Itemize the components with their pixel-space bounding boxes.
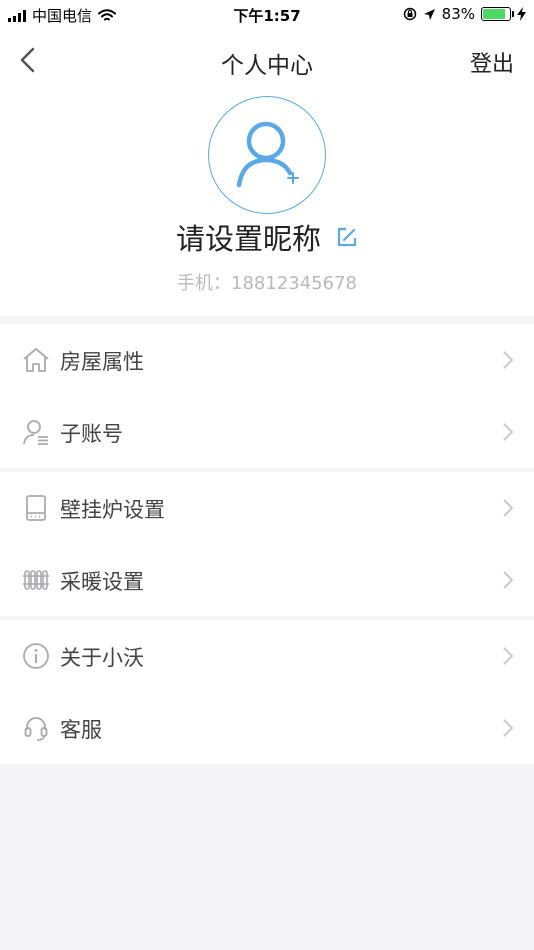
- logout-button[interactable]: 登出: [470, 46, 514, 78]
- charging-icon: [517, 7, 526, 21]
- menu-item-label: 子账号: [60, 422, 123, 446]
- menu-group-heating: 壁挂炉设置 采暖设置: [0, 472, 534, 616]
- menu-item-heating-settings[interactable]: 采暖设置: [0, 544, 534, 616]
- menu-item-sub-account[interactable]: 子账号: [0, 396, 534, 468]
- nickname: 请设置昵称: [175, 222, 321, 256]
- status-bar: 中国电信 下午1:57 83%: [0, 0, 534, 28]
- boiler-icon: [26, 495, 46, 521]
- sub-account-icon: [23, 420, 48, 445]
- chevron-right-icon: [503, 647, 514, 665]
- info-icon: [23, 643, 49, 669]
- chevron-right-icon: [503, 499, 514, 517]
- menu-group-about: 关于小沃 客服: [0, 620, 534, 764]
- page-title: 个人中心: [221, 53, 313, 79]
- battery-percent: 83%: [441, 5, 475, 23]
- menu-item-label: 客服: [60, 718, 102, 742]
- nav-bar: 个人中心 登出: [0, 28, 534, 92]
- menu-item-customer-service[interactable]: 客服: [0, 692, 534, 764]
- profile-header: 请设置昵称 手机：18812345678: [0, 92, 534, 316]
- user-add-icon: [236, 121, 299, 188]
- chevron-right-icon: [503, 351, 514, 369]
- avatar[interactable]: [208, 96, 326, 214]
- menu-item-label: 关于小沃: [60, 646, 144, 670]
- chevron-right-icon: [503, 571, 514, 589]
- menu-item-about[interactable]: 关于小沃: [0, 620, 534, 692]
- chevron-right-icon: [503, 719, 514, 737]
- menu-item-label: 采暖设置: [60, 570, 144, 594]
- battery-icon: [481, 7, 514, 21]
- menu-item-label: 房屋属性: [60, 350, 144, 374]
- headset-icon: [24, 717, 48, 741]
- location-icon: [423, 8, 435, 20]
- chevron-right-icon: [503, 423, 514, 441]
- menu-item-label: 壁挂炉设置: [60, 498, 165, 522]
- edit-icon[interactable]: [336, 226, 358, 248]
- menu-group-property: 房屋属性 子账号: [0, 324, 534, 468]
- menu-item-house-properties[interactable]: 房屋属性: [0, 324, 534, 396]
- radiator-icon: [23, 570, 49, 590]
- rotation-lock-icon: [403, 7, 416, 21]
- house-icon: [23, 348, 49, 372]
- menu-item-boiler-settings[interactable]: 壁挂炉设置: [0, 472, 534, 544]
- phone-number: 手机：18812345678: [177, 273, 357, 294]
